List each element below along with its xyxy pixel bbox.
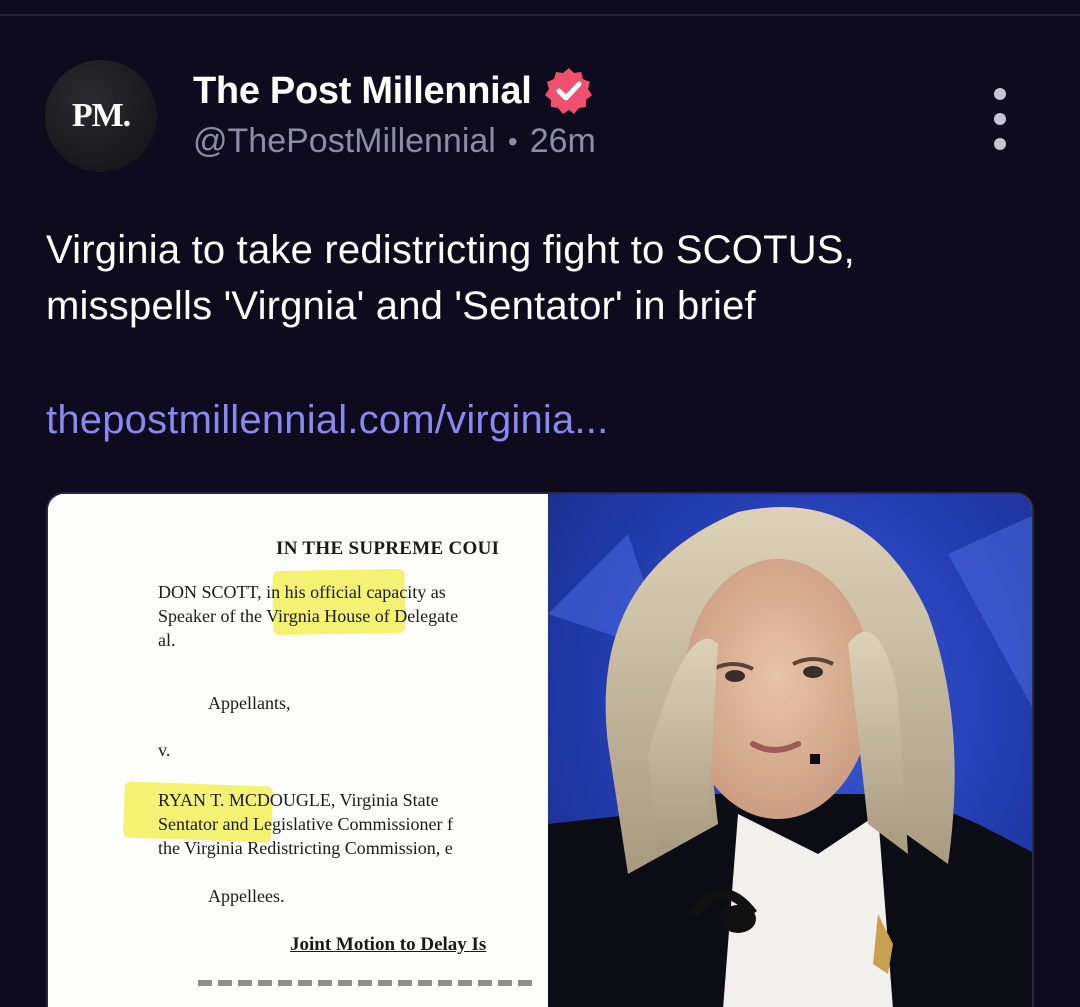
meta-separator: • [507, 125, 518, 157]
document-cutoff-line [198, 980, 538, 986]
avatar-logo-text: PM. [71, 97, 131, 134]
display-name[interactable]: The Post Millennial [193, 70, 532, 113]
post-link[interactable]: thepostmillennial.com/virginia... [46, 392, 608, 448]
document-line: al. [158, 630, 176, 650]
document-line: RYAN T. MCDOUGLE, Virginia State [158, 790, 439, 810]
post-body-line: Virginia to take redistricting fight to … [46, 228, 855, 272]
document-line: the Virginia Redistricting Commission, e [158, 838, 453, 858]
post-body: Virginia to take redistricting fight to … [46, 222, 1046, 334]
post-header: The Post Millennial @ThePostMillennial •… [193, 66, 596, 161]
more-dot-icon [994, 113, 1006, 125]
document-line: DON SCOTT, in his official capacity as [158, 582, 446, 602]
more-dot-icon [994, 88, 1006, 100]
more-options-button[interactable] [980, 88, 1020, 150]
speaker-photo [548, 494, 1032, 1007]
media-image[interactable]: IN THE SUPREME COUI DON SCOTT, in his of… [46, 492, 1034, 1007]
more-dot-icon [994, 138, 1006, 150]
document-motion-title: Joint Motion to Delay Is [290, 934, 487, 955]
handle[interactable]: @ThePostMillennial [193, 122, 496, 161]
meta-row: @ThePostMillennial • 26m [193, 122, 596, 161]
document-screenshot: IN THE SUPREME COUI DON SCOTT, in his of… [48, 494, 548, 1007]
document-line: v. [158, 740, 171, 760]
verified-badge-icon [543, 65, 595, 117]
timestamp[interactable]: 26m [530, 122, 596, 161]
document-line: Speaker of the Virgnia House of Delegate [158, 606, 459, 626]
post-body-line: misspells 'Virgnia' and 'Sentator' in br… [46, 284, 756, 328]
document-line: Appellants, [208, 693, 291, 713]
document-heading: IN THE SUPREME COUI [276, 538, 500, 559]
document-line: Sentator and Legislative Commissioner f [158, 814, 453, 834]
avatar[interactable]: PM. [45, 60, 157, 172]
document-line: Appellees. [208, 886, 285, 906]
post: PM. The Post Millennial @ThePostMillenni… [0, 0, 1080, 1007]
name-row: The Post Millennial [193, 66, 596, 116]
